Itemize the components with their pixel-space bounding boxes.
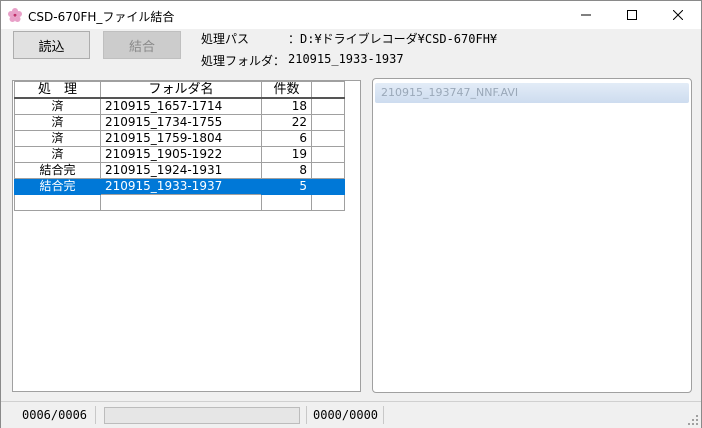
row-status: 済	[14, 114, 101, 131]
row-folder	[100, 194, 262, 211]
minimize-icon	[581, 14, 591, 16]
row-count: 5	[261, 178, 312, 195]
title-bar[interactable]: CSD-670FH_ファイル結合	[1, 1, 701, 29]
status-divider	[306, 406, 307, 424]
row-extra	[311, 130, 345, 147]
maximize-button[interactable]	[609, 1, 655, 29]
header-extra[interactable]	[311, 81, 345, 99]
status-divider	[383, 406, 384, 424]
header-status[interactable]: 処 理	[14, 81, 101, 99]
folder-count-status: 0006/0006	[22, 408, 88, 422]
row-extra	[311, 146, 345, 163]
row-folder: 210915_1759-1804	[100, 130, 262, 147]
row-count: 22	[261, 114, 312, 131]
path-label: 処理パス	[201, 32, 250, 46]
row-folder: 210915_1734-1755	[100, 114, 262, 131]
load-button[interactable]: 読込	[13, 31, 90, 59]
table-row-empty[interactable]	[14, 194, 345, 211]
minimize-button[interactable]	[563, 1, 609, 29]
row-status: 済	[14, 130, 101, 147]
row-status: 結合完	[14, 178, 101, 195]
folder-grid[interactable]: 処 理 フォルダ名 件数 済 210915_1657-1714 18 済 210…	[12, 80, 361, 392]
row-extra	[311, 162, 345, 179]
row-count: 19	[261, 146, 312, 163]
row-count: 8	[261, 162, 312, 179]
row-count: 18	[261, 97, 312, 115]
status-bar: 0006/0006 0000/0000	[1, 401, 701, 428]
resize-grip-icon[interactable]	[687, 414, 699, 426]
row-extra	[311, 178, 345, 195]
row-folder: 210915_1924-1931	[100, 162, 262, 179]
merge-button[interactable]: 結合	[103, 31, 181, 59]
table-row[interactable]: 済 210915_1657-1714 18	[14, 97, 345, 115]
path-value: ：D:¥ドライブレコーダ¥CSD-670FH¥	[288, 32, 498, 46]
row-folder: 210915_1933-1937	[100, 178, 262, 195]
table-row[interactable]: 済 210915_1759-1804 6	[14, 130, 345, 147]
close-icon	[673, 10, 683, 20]
table-row[interactable]: 済 210915_1905-1922 19	[14, 146, 345, 163]
header-count[interactable]: 件数	[261, 81, 312, 99]
row-count	[261, 194, 312, 211]
window-title: CSD-670FH_ファイル結合	[28, 10, 175, 24]
row-count: 6	[261, 130, 312, 147]
row-status	[14, 194, 101, 211]
grid-header-row: 処 理 フォルダ名 件数	[14, 81, 345, 99]
sakura-icon	[7, 7, 23, 23]
file-list-panel[interactable]: 210915_193747_NNF.AVI	[372, 78, 692, 393]
header-folder[interactable]: フォルダ名	[100, 81, 262, 99]
status-divider	[95, 406, 96, 424]
row-folder: 210915_1905-1922	[100, 146, 262, 163]
row-folder: 210915_1657-1714	[100, 97, 262, 115]
folder-label: 処理フォルダ：	[201, 54, 286, 68]
file-count-status: 0000/0000	[313, 408, 379, 422]
table-row[interactable]: 済 210915_1734-1755 22	[14, 114, 345, 131]
app-window: CSD-670FH_ファイル結合 読込 結合 処理パス ：D:¥ドライブレコーダ…	[0, 0, 702, 428]
row-status: 済	[14, 97, 101, 115]
row-status: 結合完	[14, 162, 101, 179]
row-extra	[311, 114, 345, 131]
folder-value: 210915_1933-1937	[288, 52, 404, 66]
maximize-icon	[627, 10, 637, 20]
table-row-selected[interactable]: 結合完 210915_1933-1937 5	[14, 178, 345, 195]
table-row[interactable]: 結合完 210915_1924-1931 8	[14, 162, 345, 179]
row-extra	[311, 194, 345, 211]
progress-bar	[104, 407, 300, 424]
file-list-item[interactable]: 210915_193747_NNF.AVI	[375, 83, 689, 103]
row-extra	[311, 97, 345, 115]
close-button[interactable]	[655, 1, 701, 29]
row-status: 済	[14, 146, 101, 163]
